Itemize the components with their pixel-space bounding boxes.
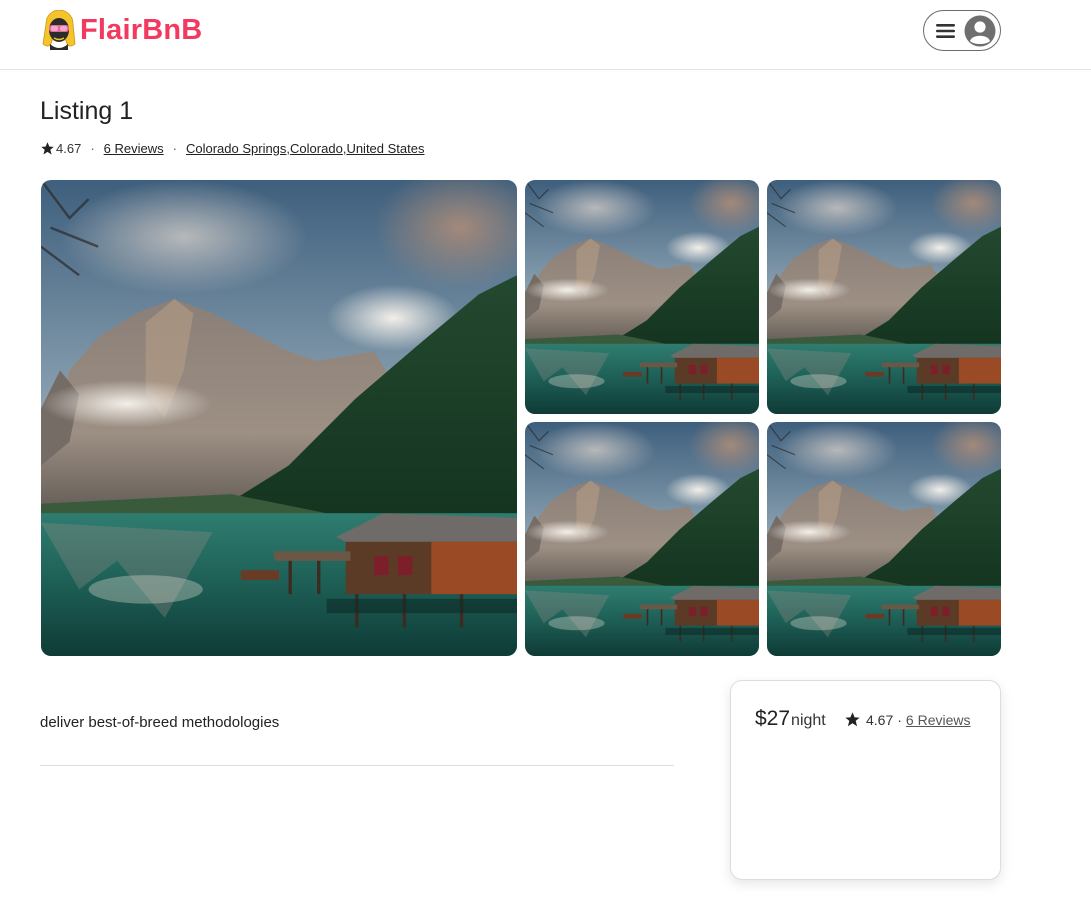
- gallery-photo[interactable]: [525, 180, 759, 414]
- location-country-link[interactable]: United States: [346, 141, 424, 156]
- card-separator: ·: [897, 711, 902, 728]
- meta-separator: ·: [90, 140, 95, 156]
- star-icon: [41, 141, 54, 154]
- listing-meta: 4.67 · 6 Reviews · Colorado Springs, Colo…: [40, 139, 424, 157]
- nightly-price: $27: [755, 707, 791, 730]
- gallery-photo[interactable]: [767, 180, 1001, 414]
- gallery-photo[interactable]: [525, 422, 759, 656]
- price-unit: night: [791, 712, 826, 729]
- landscape-image: [767, 180, 1001, 414]
- logo-avatar-icon: [42, 10, 76, 50]
- meta-separator: ·: [172, 140, 177, 156]
- landscape-image: [525, 422, 759, 656]
- reviews-link[interactable]: 6 Reviews: [104, 141, 164, 156]
- landscape-image: [41, 180, 517, 656]
- star-icon: [845, 712, 860, 727]
- gallery-photo[interactable]: [767, 422, 1001, 656]
- main-photo[interactable]: [41, 180, 517, 656]
- brand-name: FlairBnB: [80, 13, 203, 46]
- listing-rating: 4.67: [56, 140, 82, 156]
- landscape-image: [525, 180, 759, 414]
- card-rating: 4.67 · 6 Reviews: [844, 711, 971, 728]
- top-navbar: FlairBnB: [0, 0, 1091, 70]
- landscape-image: [767, 422, 1001, 656]
- brand-logo[interactable]: FlairBnB: [40, 10, 202, 50]
- price-row: $27 night: [755, 707, 826, 731]
- listing-title: Listing 1: [40, 97, 134, 125]
- user-avatar-icon: [964, 15, 996, 46]
- location-city-link[interactable]: Colorado Springs: [186, 141, 286, 156]
- card-rating-value: 4.67: [866, 711, 894, 728]
- card-reviews-link[interactable]: 6 Reviews: [906, 712, 971, 728]
- hamburger-icon: [936, 23, 955, 38]
- listing-description: deliver best-of-breed methodologies: [40, 714, 280, 731]
- location-state-link[interactable]: Colorado: [290, 141, 343, 156]
- section-divider: [40, 765, 674, 766]
- user-menu-button[interactable]: [923, 10, 1001, 51]
- booking-card: $27 night 4.67 · 6 Reviews: [730, 680, 1001, 880]
